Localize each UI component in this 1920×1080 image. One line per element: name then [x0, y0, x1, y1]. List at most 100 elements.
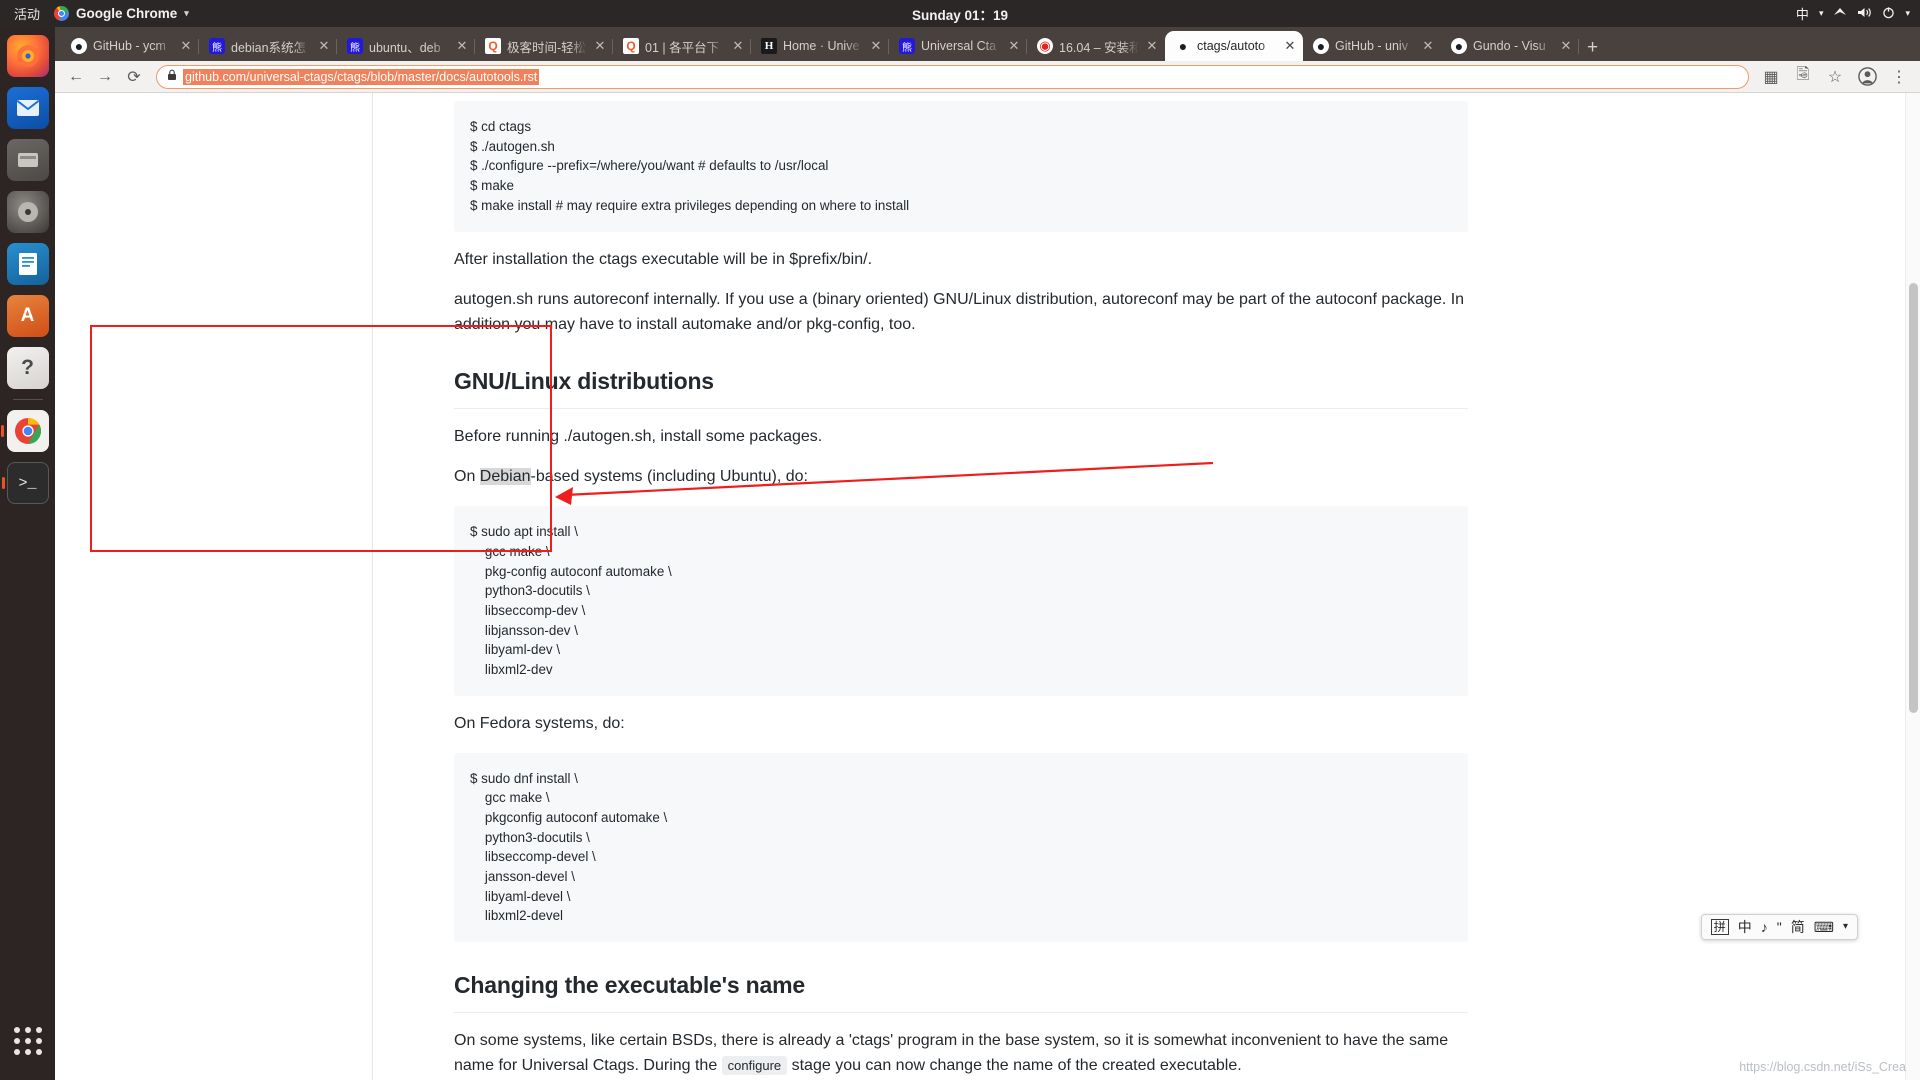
ime-punctuation-icon[interactable]: "	[1777, 920, 1782, 934]
tab-title: GitHub - ycm	[93, 39, 166, 53]
tab-separator	[1578, 39, 1579, 54]
code-block-debian: $ sudo apt install \ gcc make \ pkg-conf…	[454, 506, 1468, 696]
browser-tab-4[interactable]: Q 01 | 各平台下 ✕	[613, 31, 751, 61]
back-button[interactable]: ←	[63, 64, 89, 90]
dock-item-libreoffice-writer[interactable]	[6, 243, 49, 285]
page-content: $ cd ctags $ ./autogen.sh $ ./configure …	[374, 93, 1904, 1080]
network-icon[interactable]	[1833, 6, 1847, 21]
ime-language-chinese[interactable]: 中	[1738, 920, 1752, 934]
close-icon[interactable]: ✕	[1283, 38, 1297, 54]
grid-dot	[35, 1027, 42, 1033]
heading-changing-executable-name: Changing the executable's name	[454, 968, 1468, 1013]
browser-tab-10[interactable]: ● Gundo - Visu ✕	[1441, 31, 1579, 61]
browser-tab-9[interactable]: ● GitHub - univ ✕	[1303, 31, 1441, 61]
heading-gnu-linux-distributions: GNU/Linux distributions	[454, 364, 1468, 409]
volume-icon[interactable]	[1857, 6, 1872, 22]
browser-tab-6[interactable]: 熊 Universal Cta ✕	[889, 31, 1027, 61]
app-menu-label: Google Chrome	[76, 6, 178, 21]
url-text[interactable]: github.com/universal-ctags/ctags/blob/ma…	[183, 68, 540, 85]
browser-tab-8-active[interactable]: ● ctags/autoto ✕	[1165, 31, 1303, 61]
ime-chevron-down-icon[interactable]: ▾	[1843, 922, 1848, 932]
profile-avatar-button[interactable]	[1854, 64, 1880, 90]
input-method-indicator[interactable]: 中	[1796, 4, 1809, 23]
dock-item-ubuntu-software[interactable]: A	[6, 295, 49, 337]
dock-item-help[interactable]: ?	[6, 347, 49, 389]
geekbang-icon: Q	[485, 38, 501, 54]
bsd-text-3: stage you can now change the name of the…	[787, 1056, 1242, 1074]
browser-tab-5[interactable]: H Home · Unive ✕	[751, 31, 889, 61]
tab-title: GitHub - univ	[1335, 39, 1408, 53]
close-icon[interactable]: ✕	[731, 38, 745, 54]
close-icon[interactable]: ✕	[1007, 38, 1021, 54]
tab-title: Gundo - Visu	[1473, 39, 1546, 53]
ime-keyboard-icon[interactable]: ⌨	[1814, 920, 1834, 934]
app-menu-chrome[interactable]: Google Chrome ▾	[54, 6, 189, 21]
browser-toolbar: ← → ⟳ github.com/universal-ctags/ctags/b…	[55, 61, 1920, 93]
show-applications-button[interactable]	[7, 1020, 49, 1062]
browser-tab-3[interactable]: Q 极客时间-轻松 ✕	[475, 31, 613, 61]
lock-icon[interactable]	[167, 69, 177, 84]
close-icon[interactable]: ✕	[1559, 38, 1573, 54]
chevron-down-icon: ▾	[1818, 8, 1824, 18]
question-mark-icon: ?	[21, 356, 34, 379]
grid-dot	[24, 1038, 31, 1044]
paragraph-autogen: autogen.sh runs autoreconf internally. I…	[454, 291, 1465, 334]
page-left-margin	[55, 93, 373, 1080]
inline-code-configure: configure	[721, 1055, 788, 1075]
dock-item-thunderbird[interactable]	[6, 87, 49, 129]
browser-tab-1[interactable]: 熊 debian系统怎 ✕	[199, 31, 337, 61]
scrollbar-thumb[interactable]	[1909, 283, 1918, 713]
close-icon[interactable]: ✕	[179, 38, 193, 54]
tab-title: 01 | 各平台下	[645, 40, 720, 55]
power-icon[interactable]	[1882, 6, 1895, 22]
browser-tab-0[interactable]: ● GitHub - ycm ✕	[61, 31, 199, 61]
ime-toolbar[interactable]: 拼 中 ♪ " 简 ⌨ ▾	[1700, 914, 1858, 940]
dock-item-firefox[interactable]	[6, 35, 49, 77]
ubuntu-dock: A ? >_	[0, 27, 55, 1080]
software-icon: A	[20, 305, 35, 326]
close-icon[interactable]: ✕	[869, 38, 883, 54]
close-icon[interactable]: ✕	[455, 38, 469, 54]
github-icon: ●	[1451, 38, 1467, 54]
browser-tab-7[interactable]: ◉ 16.04 – 安装和 ✕	[1027, 31, 1165, 61]
chrome-menu-button[interactable]: ⋮	[1886, 64, 1912, 90]
dock-item-google-chrome[interactable]	[0, 410, 49, 452]
ime-tone-icon[interactable]: ♪	[1761, 920, 1768, 934]
chrome-logo-icon	[54, 6, 70, 21]
ime-simplified-chinese[interactable]: 简	[1791, 920, 1805, 934]
grid-dot	[13, 1027, 20, 1033]
vertical-scrollbar[interactable]	[1905, 93, 1920, 1080]
browser-tab-2[interactable]: 熊 ubuntu、deb ✕	[337, 31, 475, 61]
chevron-down-icon: ▾	[184, 8, 189, 18]
github-icon: ●	[1175, 38, 1191, 54]
reload-button[interactable]: ⟳	[121, 64, 147, 90]
gnome-top-bar: 活动 Google Chrome ▾ Sunday 01：19 中 ▾ ▾	[0, 0, 1920, 27]
geekbang-icon: Q	[623, 38, 639, 54]
close-icon[interactable]: ✕	[317, 38, 331, 54]
new-tab-button[interactable]: +	[1587, 38, 1598, 57]
dock-item-terminal[interactable]: >_	[1, 462, 49, 504]
translate-icon[interactable]: 🗟	[1790, 64, 1816, 90]
close-icon[interactable]: ✕	[593, 38, 607, 54]
activities-button[interactable]: 活动	[0, 4, 54, 23]
dock-item-files[interactable]	[6, 139, 49, 181]
ime-mode-pinyin[interactable]: 拼	[1710, 919, 1729, 935]
paragraph-after-install: After installation the ctags executable …	[454, 250, 873, 268]
bookmark-star-icon[interactable]: ☆	[1822, 64, 1848, 90]
system-tray[interactable]: 中 ▾ ▾	[1796, 4, 1910, 23]
system-menu-chevron-icon[interactable]: ▾	[1905, 8, 1910, 19]
address-bar[interactable]: github.com/universal-ctags/ctags/blob/ma…	[156, 64, 1749, 89]
baidu-icon: 熊	[899, 38, 915, 54]
qr-code-icon[interactable]: ▦	[1758, 64, 1784, 90]
code-block-build: $ cd ctags $ ./autogen.sh $ ./configure …	[454, 101, 1468, 232]
dock-item-rhythmbox[interactable]	[6, 191, 49, 233]
tab-title: 16.04 – 安装和	[1059, 40, 1139, 55]
forward-button[interactable]: →	[92, 64, 118, 90]
clock[interactable]: Sunday 01：19	[0, 4, 1920, 24]
close-icon[interactable]: ✕	[1145, 38, 1159, 54]
tab-title: debian系统怎	[231, 40, 307, 55]
close-icon[interactable]: ✕	[1421, 38, 1435, 54]
grid-dot	[24, 1049, 31, 1055]
tab-strip: ● GitHub - ycm ✕ 熊 debian系统怎 ✕ 熊 ubuntu、…	[55, 27, 1920, 61]
csdn-icon: ◉	[1037, 38, 1053, 54]
